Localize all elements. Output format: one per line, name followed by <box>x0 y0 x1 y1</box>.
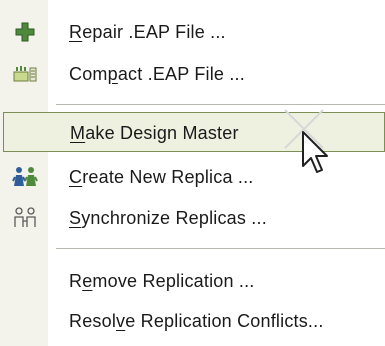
menu-item-label: Make Design Master <box>70 123 239 143</box>
menu-item-label: Create New Replica ... <box>69 167 254 187</box>
menu-separator <box>56 248 385 249</box>
menu-item-synchronize-replicas[interactable]: Synchronize Replicas ... <box>0 198 385 238</box>
context-menu: Repair .EAP File ... Compact .EAP File .… <box>0 0 385 346</box>
menu-item-label: Compact .EAP File ... <box>69 64 245 84</box>
menu-item-label: Repair .EAP File ... <box>69 22 226 42</box>
repair-plus-icon <box>12 20 38 44</box>
menu-item-resolve-replication-conflicts[interactable]: Resolve Replication Conflicts... <box>0 301 385 341</box>
menu-item-label: Resolve Replication Conflicts... <box>69 311 324 331</box>
compact-database-icon <box>12 62 38 86</box>
menu-item-label: Synchronize Replicas ... <box>69 208 267 228</box>
mouse-pointer-icon <box>283 108 331 176</box>
menu-item-label: Remove Replication ... <box>69 271 255 291</box>
menu-item-remove-replication[interactable]: Remove Replication ... <box>0 261 385 301</box>
menu-item-compact-eap-file[interactable]: Compact .EAP File ... <box>0 54 385 94</box>
menu-item-repair-eap-file[interactable]: Repair .EAP File ... <box>0 12 385 52</box>
synchronize-replicas-icon <box>12 206 38 230</box>
menu-separator <box>56 104 385 105</box>
create-replica-people-icon <box>12 165 38 189</box>
